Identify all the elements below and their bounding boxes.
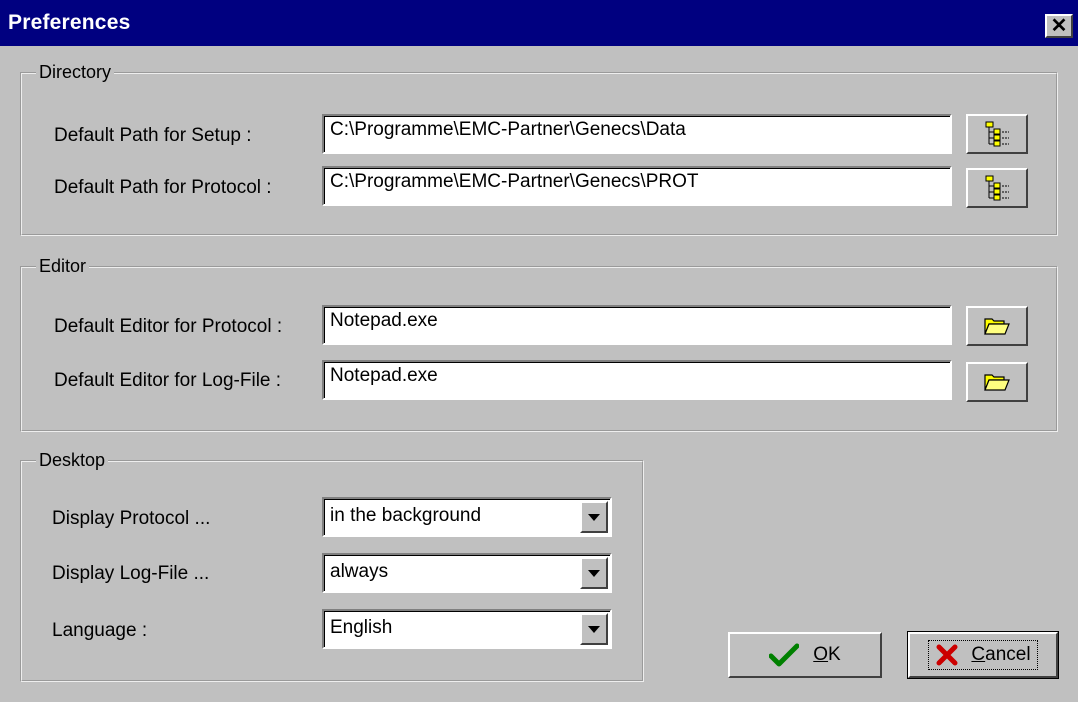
- protocol-path-label: Default Path for Protocol :: [54, 177, 272, 198]
- chevron-down-icon: [588, 569, 600, 577]
- display-protocol-select[interactable]: in the background: [322, 497, 612, 537]
- protocol-editor-browse-button[interactable]: [966, 306, 1028, 346]
- language-select[interactable]: English: [322, 609, 612, 649]
- setup-path-label: Default Path for Setup :: [54, 125, 252, 146]
- display-logfile-select[interactable]: always: [322, 553, 612, 593]
- protocol-editor-label: Default Editor for Protocol :: [54, 316, 283, 337]
- title-bar: Preferences ✕: [0, 0, 1078, 46]
- directory-group: Directory: [20, 62, 1058, 236]
- cancel-button[interactable]: Cancel: [907, 631, 1059, 679]
- window-title: Preferences: [8, 11, 131, 34]
- language-label: Language :: [52, 620, 148, 641]
- display-protocol-dropdown-button[interactable]: [580, 501, 608, 533]
- setup-path-browse-button[interactable]: [966, 114, 1028, 154]
- folder-tree-icon: [985, 175, 1009, 201]
- protocol-path-browse-button[interactable]: [966, 168, 1028, 208]
- close-button[interactable]: ✕: [1045, 14, 1073, 38]
- protocol-path-input[interactable]: C:\Programme\EMC-Partner\Genecs\PROT: [322, 166, 952, 206]
- ok-button[interactable]: OK: [728, 632, 882, 678]
- close-icon: ✕: [1050, 15, 1068, 37]
- red-x-icon: [936, 644, 958, 666]
- open-folder-icon: [984, 318, 1010, 335]
- language-value: English: [330, 617, 393, 638]
- protocol-editor-input[interactable]: Notepad.exe: [322, 305, 952, 345]
- display-protocol-label: Display Protocol ...: [52, 508, 211, 529]
- display-logfile-value: always: [330, 561, 389, 582]
- language-dropdown-button[interactable]: [580, 613, 608, 645]
- logfile-editor-browse-button[interactable]: [966, 362, 1028, 402]
- ok-label: OK: [813, 644, 841, 665]
- directory-group-label: Directory: [36, 62, 115, 83]
- display-protocol-value: in the background: [330, 505, 482, 526]
- setup-path-input[interactable]: C:\Programme\EMC-Partner\Genecs\Data: [322, 114, 952, 154]
- desktop-group-label: Desktop: [36, 450, 109, 471]
- editor-group-label: Editor: [36, 256, 90, 277]
- cancel-focus-rect: Cancel: [928, 640, 1038, 670]
- folder-tree-icon: [985, 121, 1009, 147]
- display-logfile-label: Display Log-File ...: [52, 563, 210, 584]
- logfile-editor-input[interactable]: Notepad.exe: [322, 360, 952, 400]
- open-folder-icon: [984, 374, 1010, 391]
- editor-group: Editor: [20, 256, 1058, 432]
- checkmark-icon: [769, 643, 800, 667]
- cancel-label: Cancel: [971, 644, 1031, 665]
- display-logfile-dropdown-button[interactable]: [580, 557, 608, 589]
- chevron-down-icon: [588, 625, 600, 633]
- chevron-down-icon: [588, 513, 600, 521]
- logfile-editor-label: Default Editor for Log-File :: [54, 370, 282, 391]
